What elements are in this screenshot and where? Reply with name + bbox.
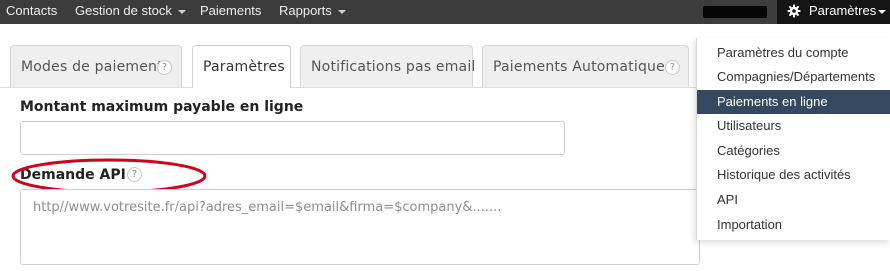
tab-automatic-payments-label: Paiements Automatiques (493, 59, 673, 75)
top-navbar: Contacts Gestion de stock Paiements Rapp… (0, 0, 890, 24)
api-request-textarea[interactable]: http//www.votresite.fr/api?adres_email=$… (20, 189, 700, 265)
settings-menu-label: Paramètres (809, 3, 877, 18)
tab-settings[interactable]: Paramètres (192, 45, 291, 88)
tab-payment-modes-label: Modes de paiement (21, 59, 163, 75)
menu-item-companies-departments[interactable]: Compagnies/Départements (697, 65, 890, 89)
help-icon[interactable]: ? (157, 60, 172, 75)
menu-item-label: Paiements en ligne (717, 94, 828, 109)
nav-reports-label: Rapports (279, 3, 332, 18)
max-amount-input[interactable] (20, 121, 565, 155)
menu-item-label: Paramètres du compte (717, 45, 849, 60)
menu-item-label: Importation (717, 217, 783, 232)
chevron-down-icon (177, 9, 186, 14)
tab-payment-modes[interactable]: Modes de paiement ? (10, 45, 182, 87)
menu-item-label: Historique des activités (717, 167, 851, 182)
tabs-divider (0, 87, 696, 88)
nav-stock-management[interactable]: Gestion de stock (75, 0, 186, 24)
menu-item-account-settings[interactable]: Paramètres du compte (697, 41, 890, 65)
menu-item-users[interactable]: Utilisateurs (697, 114, 890, 138)
nav-stock-label: Gestion de stock (75, 3, 172, 18)
menu-item-label: Compagnies/Départements (717, 69, 876, 84)
nav-contacts[interactable]: Contacts (6, 0, 57, 24)
api-request-placeholder: http//www.votresite.fr/api?adres_email=$… (33, 200, 502, 215)
tab-automatic-payments[interactable]: Paiements Automatiques ? (482, 45, 689, 87)
menu-item-activity-history[interactable]: Historique des activités (697, 163, 890, 187)
tab-settings-label: Paramètres (203, 59, 285, 75)
nav-payments-label: Paiements (200, 3, 262, 18)
chevron-down-icon (337, 9, 346, 14)
menu-item-online-payments[interactable]: Paiements en ligne (697, 90, 890, 114)
redacted-username (703, 6, 767, 18)
menu-item-categories[interactable]: Catégories (697, 139, 890, 163)
help-icon[interactable]: ? (127, 167, 142, 182)
gear-icon (787, 4, 801, 18)
nav-payments[interactable]: Paiements (200, 0, 261, 24)
menu-item-label: API (717, 192, 738, 207)
menu-item-label: Utilisateurs (717, 118, 782, 133)
settings-dropdown-menu: Paramètres du compte Compagnies/Départem… (696, 38, 890, 240)
menu-item-api[interactable]: API (697, 188, 890, 212)
tab-email-notifications[interactable]: Notifications pas email (300, 45, 476, 87)
menu-item-label: Catégories (717, 143, 780, 158)
tab-email-notifications-label: Notifications pas email (311, 59, 476, 75)
settings-menu-toggle[interactable]: Paramètres (777, 0, 890, 24)
nav-contacts-label: Contacts (6, 3, 58, 18)
nav-reports[interactable]: Rapports (279, 0, 346, 24)
help-icon[interactable]: ? (665, 60, 680, 75)
menu-item-import[interactable]: Importation (697, 213, 890, 237)
chevron-down-icon (878, 10, 886, 14)
max-amount-label: Montant maximum payable en ligne (20, 99, 304, 115)
api-request-label: Demande API (20, 167, 126, 183)
